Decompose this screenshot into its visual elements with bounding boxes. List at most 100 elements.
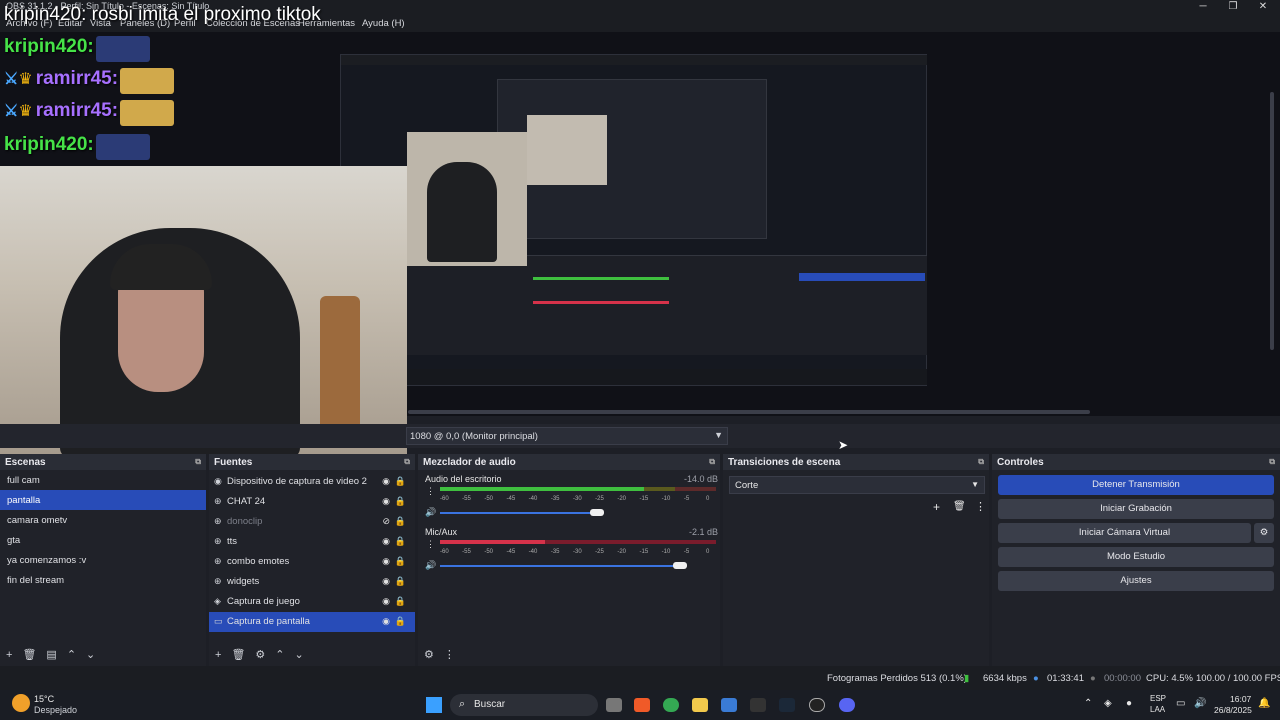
settings-button[interactable]: Ajustes — [998, 571, 1274, 591]
arrow-down-icon[interactable]: ⌄ — [295, 649, 304, 661]
lock-icon[interactable]: 🔒 — [395, 576, 406, 587]
more-icon[interactable]: ⋮ — [975, 500, 986, 513]
undock-icon[interactable]: ⧉ — [1269, 457, 1275, 467]
discord-icon[interactable] — [839, 698, 855, 712]
arrow-up-icon[interactable]: ⌃ — [67, 649, 76, 661]
start-virtual-camera-button[interactable]: Iniciar Cámara Virtual — [998, 523, 1251, 543]
volume-slider[interactable] — [440, 512, 598, 514]
close-button[interactable]: ✕ — [1248, 0, 1278, 14]
monitor-select[interactable]: 1080 @ 0,0 (Monitor principal) ▼ — [406, 427, 728, 445]
chrome-icon[interactable] — [663, 698, 679, 712]
microphone-icon[interactable]: ● — [1126, 698, 1132, 709]
clock-time[interactable]: 16:07 — [1230, 694, 1251, 704]
gear-icon[interactable]: ⚙ — [255, 649, 265, 661]
clock-date[interactable]: 26/8/2025 — [1214, 705, 1252, 715]
file-explorer-icon[interactable] — [692, 698, 708, 712]
obs-icon[interactable] — [809, 698, 825, 712]
advanced-audio-icon[interactable]: ⚙ — [424, 649, 434, 661]
network-icon[interactable]: ▭ — [1176, 698, 1185, 709]
lock-icon[interactable]: 🔒 — [395, 516, 406, 527]
add-icon[interactable]: + — [933, 500, 940, 514]
eye-icon[interactable]: ◉ — [382, 556, 390, 567]
task-view-icon[interactable] — [606, 698, 622, 712]
more-icon[interactable]: ⋮ — [444, 649, 455, 661]
eye-icon[interactable]: ◉ — [382, 576, 390, 587]
scene-item[interactable]: camara ometv — [0, 510, 206, 530]
arrow-up-icon[interactable]: ⌃ — [275, 649, 284, 661]
emote-image — [95, 36, 150, 63]
undock-icon[interactable]: ⧉ — [404, 457, 410, 467]
transition-select[interactable]: Corte ▼ — [729, 476, 985, 494]
store-icon[interactable] — [721, 698, 737, 712]
source-label: Captura de juego — [227, 596, 300, 607]
windows-start-icon[interactable] — [426, 697, 442, 713]
chevron-up-icon[interactable]: ⌃ — [1084, 698, 1092, 709]
scene-item[interactable]: gta — [0, 530, 206, 550]
channel-menu-icon[interactable]: ⋮ — [426, 539, 435, 550]
source-item[interactable]: ◉ Dispositivo de captura de video 2 ◉ 🔒 — [209, 472, 415, 492]
speaker-icon[interactable]: 🔊 — [425, 507, 436, 518]
undock-icon[interactable]: ⧉ — [709, 457, 715, 467]
source-item[interactable]: ⊕ combo emotes ◉ 🔒 — [209, 552, 415, 572]
weather-icon[interactable] — [12, 694, 30, 712]
start-recording-button[interactable]: Iniciar Grabación — [998, 499, 1274, 519]
menu-help[interactable]: Ayuda (H) — [362, 18, 405, 29]
stop-streaming-button[interactable]: Detener Transmisión — [998, 475, 1274, 495]
source-item[interactable]: ▭ Captura de pantalla ◉ 🔒 — [209, 612, 415, 632]
channel-menu-icon[interactable]: ⋮ — [426, 486, 435, 497]
scene-item[interactable]: full cam — [0, 470, 206, 490]
volume-slider-handle[interactable] — [590, 509, 605, 516]
undock-icon[interactable]: ⧉ — [195, 457, 201, 467]
source-item[interactable]: ⊕ donoclip ⊘ 🔒 — [209, 512, 415, 532]
add-icon[interactable]: + — [215, 649, 221, 661]
language-code[interactable]: ESP — [1150, 694, 1166, 703]
lock-icon[interactable]: 🔒 — [395, 556, 406, 567]
taskbar-search[interactable]: ⌕ Buscar — [450, 694, 598, 716]
eye-icon[interactable]: ◉ — [382, 616, 390, 627]
chat-username: ramirr45: — [35, 68, 119, 89]
studio-mode-button[interactable]: Modo Estudio — [998, 547, 1274, 567]
arrow-down-icon[interactable]: ⌄ — [86, 649, 95, 661]
volume-icon[interactable]: 🔊 — [1194, 698, 1206, 709]
source-label: tts — [227, 536, 238, 547]
add-icon[interactable]: + — [6, 649, 12, 661]
brave-icon[interactable] — [634, 698, 650, 712]
language-layout[interactable]: LAA — [1150, 705, 1165, 714]
source-item[interactable]: ⊕ CHAT 24 ◉ 🔒 — [209, 492, 415, 512]
speaker-icon[interactable]: 🔊 — [425, 560, 436, 571]
trash-icon[interactable]: 🗑 — [22, 649, 36, 661]
maximize-button[interactable]: ❐ — [1218, 0, 1248, 14]
filter-icon[interactable]: ▤ — [46, 649, 56, 661]
lock-icon[interactable]: 🔒 — [395, 596, 406, 607]
gear-icon[interactable]: ⚙ — [1254, 523, 1274, 543]
transitions-dock: Transiciones de escena ⧉ Corte ▼ + 🗑 ⋮ — [723, 454, 989, 666]
steam-icon[interactable] — [779, 698, 795, 712]
eye-icon[interactable]: ◉ — [382, 536, 390, 547]
lock-icon[interactable]: 🔒 — [395, 476, 406, 487]
chevron-down-icon: ▼ — [971, 480, 979, 489]
eye-icon[interactable]: ◉ — [382, 476, 390, 487]
trash-icon[interactable]: 🗑 — [231, 649, 245, 661]
lock-icon[interactable]: 🔒 — [395, 536, 406, 547]
eye-hidden-icon[interactable]: ⊘ — [382, 516, 390, 527]
scene-item[interactable]: ya comenzamos :v — [0, 550, 206, 570]
lock-icon[interactable]: 🔒 — [395, 616, 406, 627]
undock-icon[interactable]: ⧉ — [978, 457, 984, 467]
minimize-button[interactable]: ─ — [1188, 0, 1218, 14]
volume-slider-handle[interactable] — [673, 562, 688, 569]
source-item[interactable]: ◈ Captura de juego ◉ 🔒 — [209, 592, 415, 612]
source-item[interactable]: ⊕ tts ◉ 🔒 — [209, 532, 415, 552]
epic-games-icon[interactable] — [750, 698, 766, 712]
lock-icon[interactable]: 🔒 — [395, 496, 406, 507]
gamepad-icon[interactable]: ◈ — [1104, 698, 1112, 709]
preview-horizontal-scrollbar[interactable] — [408, 410, 1090, 414]
notification-icon[interactable]: 🔔 — [1258, 698, 1270, 709]
eye-icon[interactable]: ◉ — [382, 596, 390, 607]
volume-slider[interactable] — [440, 565, 681, 567]
scene-item[interactable]: fin del stream — [0, 570, 206, 590]
eye-icon[interactable]: ◉ — [382, 496, 390, 507]
source-item[interactable]: ⊕ widgets ◉ 🔒 — [209, 572, 415, 592]
scene-item[interactable]: pantalla — [0, 490, 206, 510]
preview-vertical-scrollbar[interactable] — [1270, 92, 1274, 350]
trash-icon[interactable]: 🗑 — [953, 501, 966, 512]
